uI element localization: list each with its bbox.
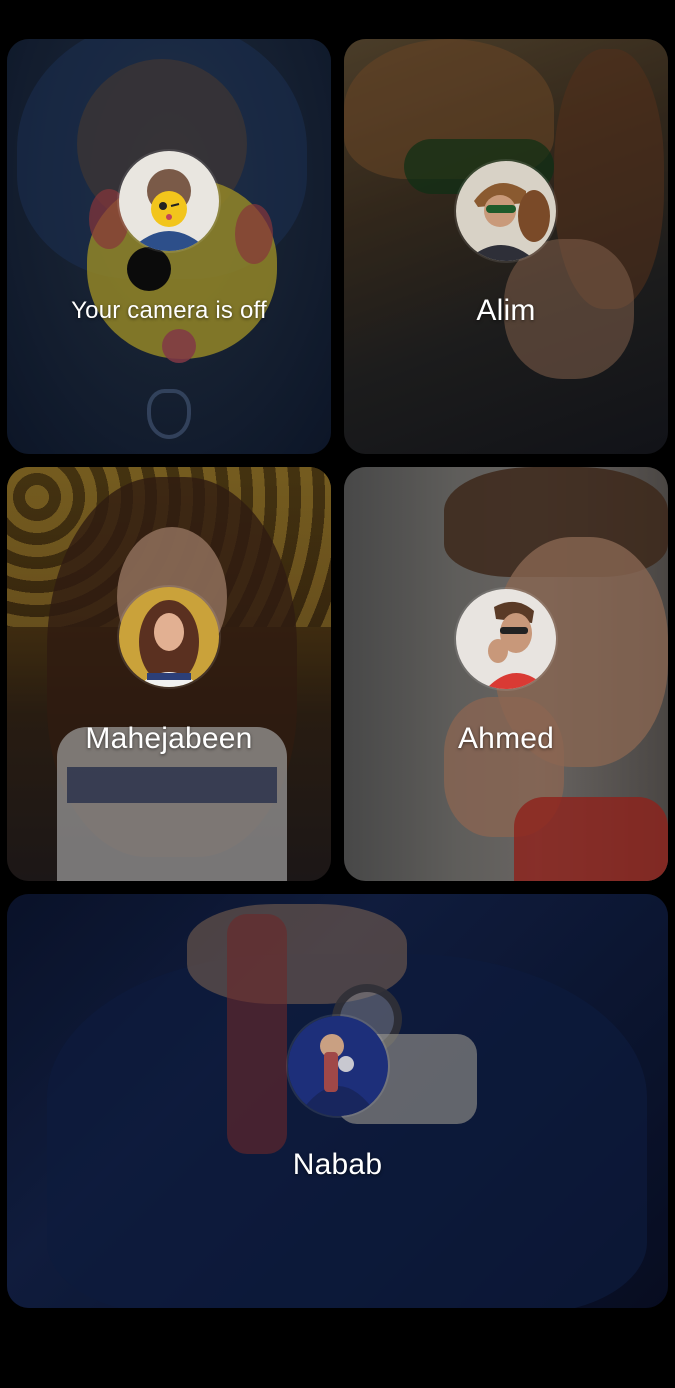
video-call-grid: Your camera is off Alim Mahejabeen Ahmed…: [0, 0, 675, 1388]
alim-avatar-icon: [456, 161, 556, 261]
participant-tile-ahmed[interactable]: Ahmed: [344, 467, 668, 881]
participant-tile-mahejabeen[interactable]: Mahejabeen: [7, 467, 331, 881]
ahmed-avatar-icon: [456, 589, 556, 689]
participant-tile-alim[interactable]: Alim: [344, 39, 668, 454]
participant-tile-nabab[interactable]: Nabab: [7, 894, 668, 1308]
self-camera-status-label: Your camera is off: [71, 297, 267, 324]
nabab-avatar-icon: [287, 1016, 388, 1116]
mahejabeen-avatar-icon: [119, 587, 219, 687]
ahmed-name-label: Ahmed: [457, 722, 555, 755]
self-avatar-icon: [119, 151, 219, 251]
alim-name-label: Alim: [476, 294, 536, 327]
participant-tile-self[interactable]: Your camera is off: [7, 39, 331, 454]
nabab-name-label: Nabab: [292, 1148, 383, 1181]
mahejabeen-name-label: Mahejabeen: [85, 722, 253, 755]
